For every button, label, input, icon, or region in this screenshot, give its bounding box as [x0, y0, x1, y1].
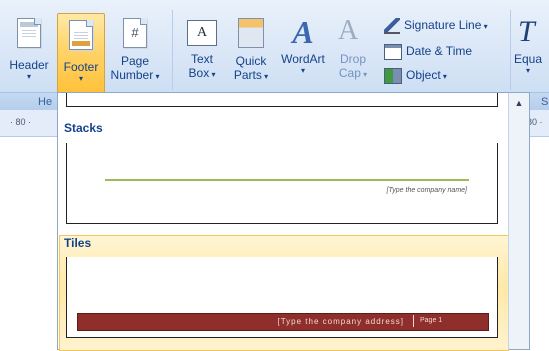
drop-cap-label-line2: Cap ▾	[333, 66, 373, 80]
tiles-page-cell: Page 1	[413, 315, 488, 327]
wordart-icon: A	[288, 16, 318, 48]
tiles-footer-bar: [Type the company address] Page 1	[77, 313, 489, 331]
drop-cap-glyph: A	[338, 15, 359, 46]
page-number-label-text: Number	[110, 68, 154, 82]
footer-icon	[69, 20, 93, 50]
footer-style-tiles[interactable]: [Type the company address] Page 1	[66, 257, 498, 338]
footer-button-label: Footer	[63, 60, 99, 74]
stacks-rule-line	[105, 179, 469, 181]
text-box-label-line1: Text	[190, 52, 213, 66]
page-number-icon: #	[123, 18, 147, 48]
quick-parts-label-text: Parts	[233, 68, 262, 82]
footer-button[interactable]: Footer ▾	[57, 13, 105, 93]
group-label-cut: S	[541, 96, 549, 108]
chevron-down-icon: ▾	[78, 74, 83, 83]
signature-line-label: Signature Line	[404, 18, 482, 33]
text-box-label-line2: Box ▾	[180, 66, 224, 80]
tiles-address-placeholder: [Type the company address]	[277, 317, 404, 326]
footer-gallery: Stacks [Type the company name] Tiles [Ty…	[57, 92, 530, 351]
quick-parts-label-line2: Parts ▾	[229, 68, 273, 82]
drop-cap-button[interactable]: A Drop Cap ▾	[333, 16, 373, 81]
object-label: Object	[406, 68, 441, 83]
wordart-label: WordArt	[281, 52, 325, 66]
scroll-up-arrow-icon[interactable]: ▲	[509, 98, 529, 108]
drop-cap-icon: A	[338, 16, 368, 48]
equation-glyph: T	[518, 15, 535, 48]
object-button[interactable]: Object ▾	[384, 68, 447, 84]
equation-button[interactable]: T Equa ▾	[514, 16, 549, 76]
group-separator	[510, 10, 511, 90]
gallery-scrollbar[interactable]: ▲	[508, 93, 529, 349]
group-separator	[172, 10, 173, 90]
drop-cap-label-text: Cap	[338, 66, 361, 80]
calendar-icon	[384, 44, 402, 60]
page-number-label-line1: Page	[120, 54, 150, 68]
page-number-glyph: #	[131, 25, 139, 40]
text-box-icon: A	[187, 20, 217, 46]
quick-parts-button[interactable]: Quick Parts ▾	[229, 16, 273, 82]
chevron-down-icon: ▾	[261, 72, 269, 81]
text-box-button[interactable]: A Text Box ▾	[180, 16, 224, 80]
text-box-label-text: Box	[188, 66, 210, 80]
quick-parts-icon	[238, 18, 264, 48]
chevron-down-icon: ▾	[360, 70, 368, 79]
quick-parts-label-line1: Quick	[235, 54, 267, 68]
chevron-down-icon: ▾	[526, 66, 531, 75]
drop-cap-label-line1: Drop	[339, 52, 366, 66]
stacks-company-placeholder: [Type the company name]	[386, 187, 467, 194]
chevron-down-icon: ▾	[26, 72, 31, 81]
date-time-button[interactable]: Date & Time	[384, 44, 472, 60]
ruler-left-label: · 80 ·	[10, 117, 32, 127]
page-number-label-line2: Number ▾	[107, 68, 163, 82]
chevron-down-icon: ▾	[440, 72, 447, 82]
object-icon	[384, 68, 402, 84]
section-header-stacks: Stacks	[64, 121, 103, 135]
wordart-glyph: A	[292, 14, 314, 50]
chevron-down-icon: ▾	[153, 72, 160, 81]
header-icon	[17, 18, 41, 48]
text-box-glyph: A	[196, 25, 208, 40]
date-time-label: Date & Time	[406, 44, 473, 59]
wordart-button[interactable]: A WordArt ▾	[276, 16, 330, 76]
header-button-label: Header	[9, 58, 49, 72]
page-number-button[interactable]: # Page Number ▾	[107, 16, 163, 82]
signature-line-button[interactable]: Signature Line ▾	[384, 18, 488, 34]
chevron-down-icon: ▾	[300, 66, 305, 75]
section-header-tiles: Tiles	[64, 236, 92, 250]
chevron-down-icon: ▾	[209, 70, 216, 79]
equation-label: Equa	[514, 52, 543, 66]
signature-pen-icon	[384, 18, 400, 34]
gallery-item-partial[interactable]	[66, 93, 498, 107]
header-button[interactable]: Header ▾	[4, 16, 54, 82]
group-label-header-footer: He	[38, 96, 53, 108]
ribbon: Header ▾ Footer ▾ # Page Number ▾ A Text…	[0, 0, 549, 93]
tiles-page-number: Page 1	[420, 317, 443, 324]
equation-icon: T	[514, 16, 549, 48]
footer-style-stacks[interactable]: [Type the company name]	[66, 143, 498, 224]
chevron-down-icon: ▾	[481, 22, 488, 32]
